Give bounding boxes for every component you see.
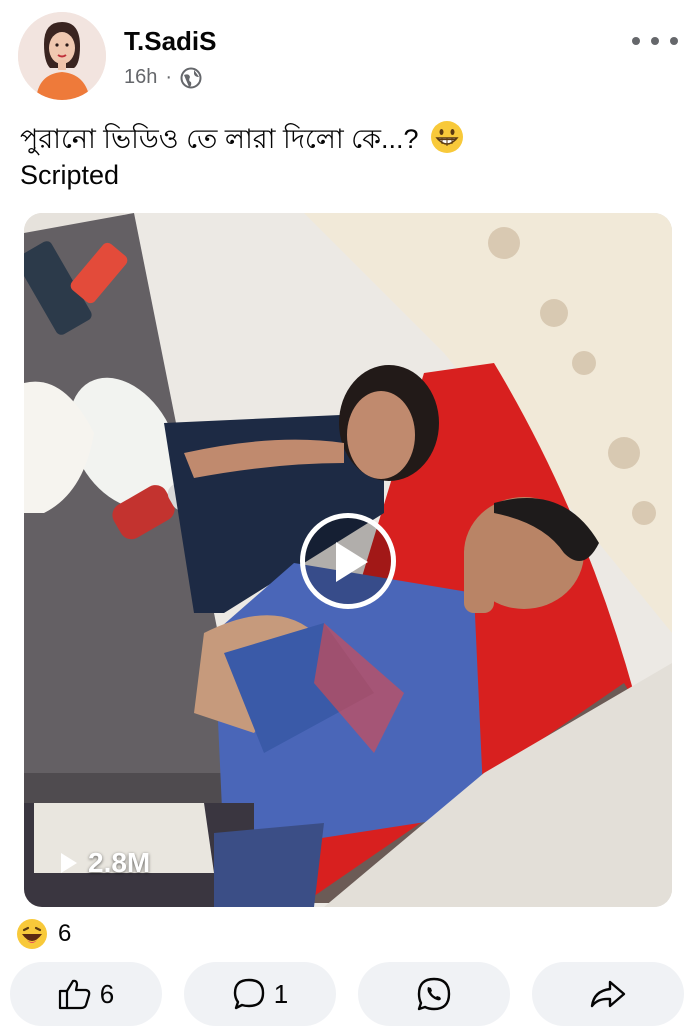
view-count: 2.8M bbox=[60, 847, 150, 879]
video-thumbnail[interactable]: 2.8M bbox=[24, 213, 672, 907]
more-dot-icon bbox=[651, 37, 659, 45]
meta-separator: · bbox=[165, 66, 173, 88]
play-button[interactable] bbox=[300, 513, 396, 609]
post-time[interactable]: 16h bbox=[124, 66, 157, 89]
post-caption: পুরানো ভিডিও তে লারা দিলো কে...? Scripte… bbox=[20, 120, 670, 193]
comment-button[interactable]: 1 bbox=[184, 962, 336, 1026]
laughing-face-emoji-icon bbox=[17, 919, 47, 949]
reaction-count: 6 bbox=[58, 920, 72, 947]
post-meta: 16h · bbox=[124, 66, 202, 89]
share-button[interactable] bbox=[532, 962, 684, 1026]
whatsapp-share-button[interactable] bbox=[358, 962, 510, 1026]
more-options-button[interactable] bbox=[632, 26, 678, 56]
caption-subtext: Scripted bbox=[20, 160, 120, 190]
avatar[interactable] bbox=[18, 12, 106, 100]
like-button[interactable]: 6 bbox=[10, 962, 162, 1026]
comment-icon bbox=[233, 978, 264, 1010]
whatsapp-icon bbox=[417, 977, 451, 1011]
view-count-text: 2.8M bbox=[88, 847, 151, 878]
author-name[interactable]: T.SadiS bbox=[124, 26, 216, 57]
play-icon bbox=[336, 542, 368, 582]
grinning-face-emoji-icon bbox=[431, 121, 464, 153]
caption-text: পুরানো ভিডিও তে লারা দিলো কে...? bbox=[20, 124, 419, 154]
reactions-summary[interactable]: 6 bbox=[16, 918, 71, 950]
thumbs-up-icon bbox=[58, 979, 91, 1010]
like-count: 6 bbox=[99, 978, 115, 1009]
post-header: T.SadiS 16h · bbox=[18, 12, 678, 102]
play-small-icon bbox=[61, 853, 77, 873]
more-dot-icon bbox=[670, 37, 678, 45]
comment-count: 1 bbox=[273, 978, 289, 1009]
share-icon bbox=[590, 980, 626, 1008]
more-dot-icon bbox=[632, 37, 640, 45]
action-bar: 6 1 bbox=[8, 962, 688, 1026]
globe-icon bbox=[180, 67, 202, 88]
